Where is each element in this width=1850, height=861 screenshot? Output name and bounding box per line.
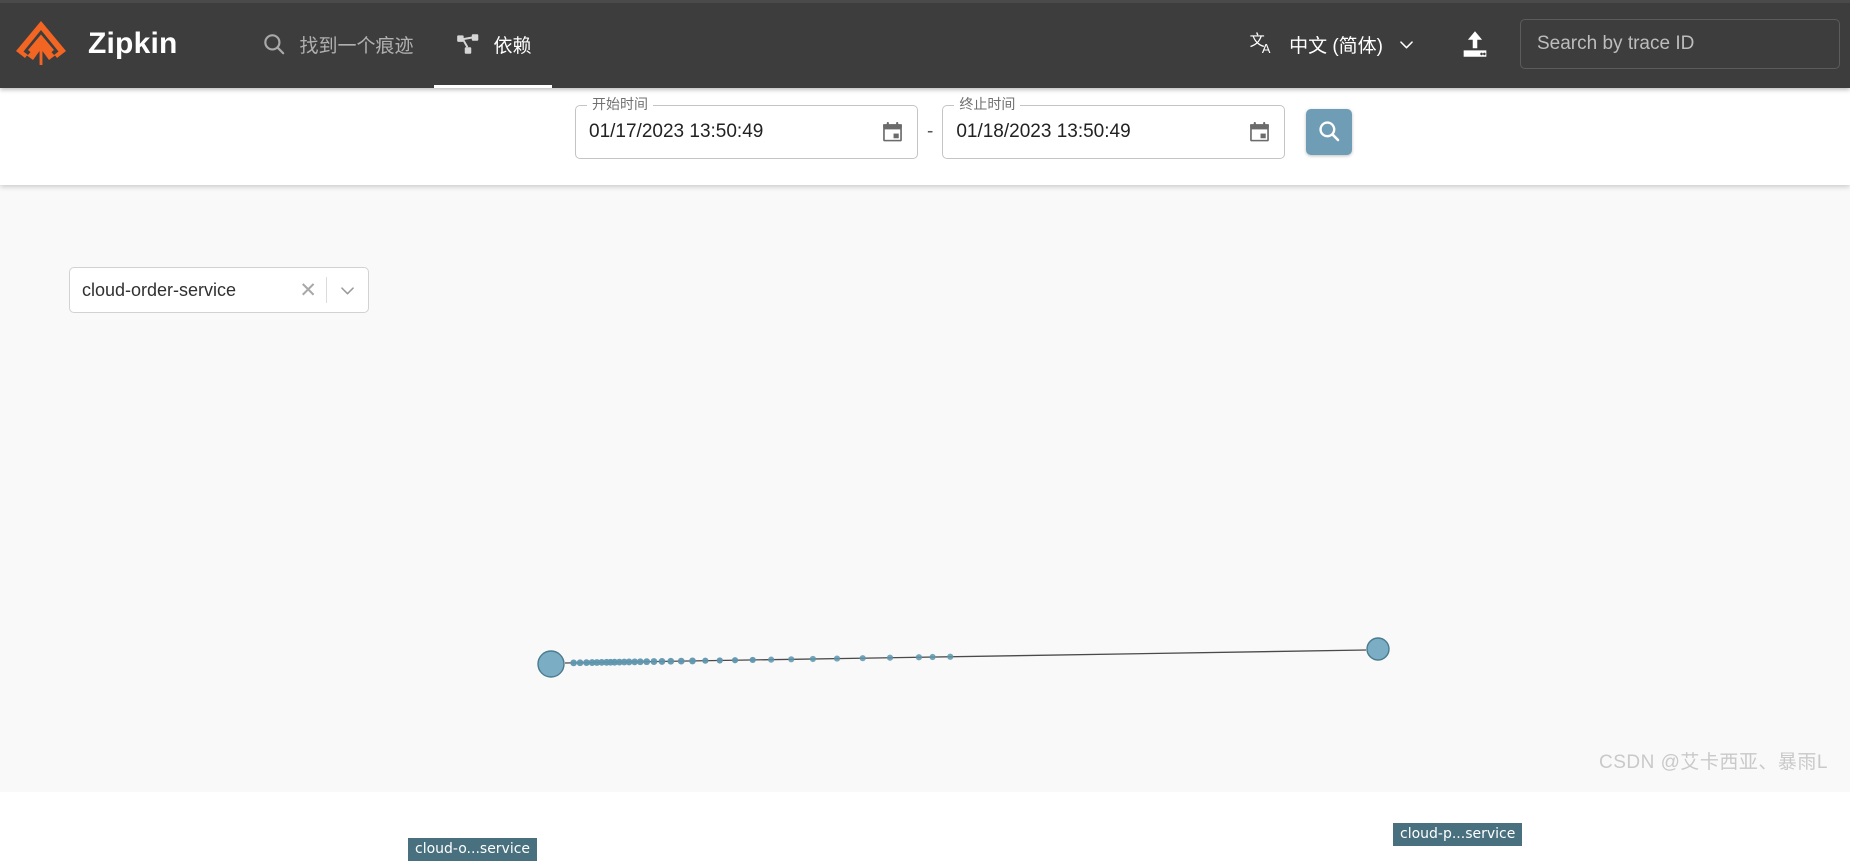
service-filter-value: cloud-order-service: [70, 280, 290, 301]
language-label: 中文 (简体): [1289, 31, 1383, 58]
tab-dependencies[interactable]: 依赖: [434, 0, 552, 88]
start-time-input[interactable]: [576, 121, 831, 143]
end-time-legend: 终止时间: [954, 97, 1020, 111]
tab-dependencies-label: 依赖: [494, 31, 532, 58]
end-time-field[interactable]: 终止时间: [942, 105, 1285, 159]
main-nav-tabs: 找到一个痕迹 依赖: [240, 0, 552, 88]
csdn-watermark: CSDN @艾卡西亚、暴雨L: [1599, 747, 1828, 774]
search-icon: [260, 30, 288, 58]
end-time-input[interactable]: [943, 121, 1198, 143]
search-icon: [1316, 118, 1342, 147]
calendar-icon[interactable]: [1247, 120, 1272, 145]
translate-icon: 文 A: [1249, 30, 1277, 58]
chevron-down-icon[interactable]: [327, 281, 368, 300]
service-filter-select[interactable]: cloud-order-service ✕: [69, 267, 369, 313]
close-icon[interactable]: ✕: [290, 280, 326, 301]
start-time-legend: 开始时间: [587, 97, 653, 111]
tab-find-trace[interactable]: 找到一个痕迹: [240, 0, 434, 88]
time-range-toolbar: 开始时间 - 终止时间: [0, 88, 1850, 185]
start-time-field[interactable]: 开始时间: [575, 105, 918, 159]
tab-find-trace-label: 找到一个痕迹: [300, 31, 414, 58]
brand-title: Zipkin: [88, 27, 178, 61]
svg-text:A: A: [1262, 41, 1271, 56]
calendar-icon[interactable]: [880, 120, 905, 145]
language-selector[interactable]: 文 A 中文 (简体): [1243, 22, 1422, 66]
app-header: Zipkin 找到一个痕迹 依赖: [0, 0, 1850, 88]
search-dependencies-button[interactable]: [1306, 109, 1352, 155]
dependency-graph-icon: [454, 30, 482, 58]
upload-icon[interactable]: [1458, 27, 1492, 61]
node-label-cloud-payment-service[interactable]: cloud-p...service: [1393, 823, 1522, 846]
zipkin-logo-icon[interactable]: [8, 11, 74, 77]
date-range-separator: -: [927, 121, 933, 143]
header-right-controls: 文 A 中文 (简体): [1243, 19, 1850, 69]
node-label-cloud-order-service[interactable]: cloud-o...service: [408, 838, 537, 861]
date-range-row: 开始时间 - 终止时间: [575, 105, 1352, 159]
trace-id-search-input[interactable]: [1520, 19, 1840, 69]
chevron-down-icon: [1397, 35, 1416, 54]
